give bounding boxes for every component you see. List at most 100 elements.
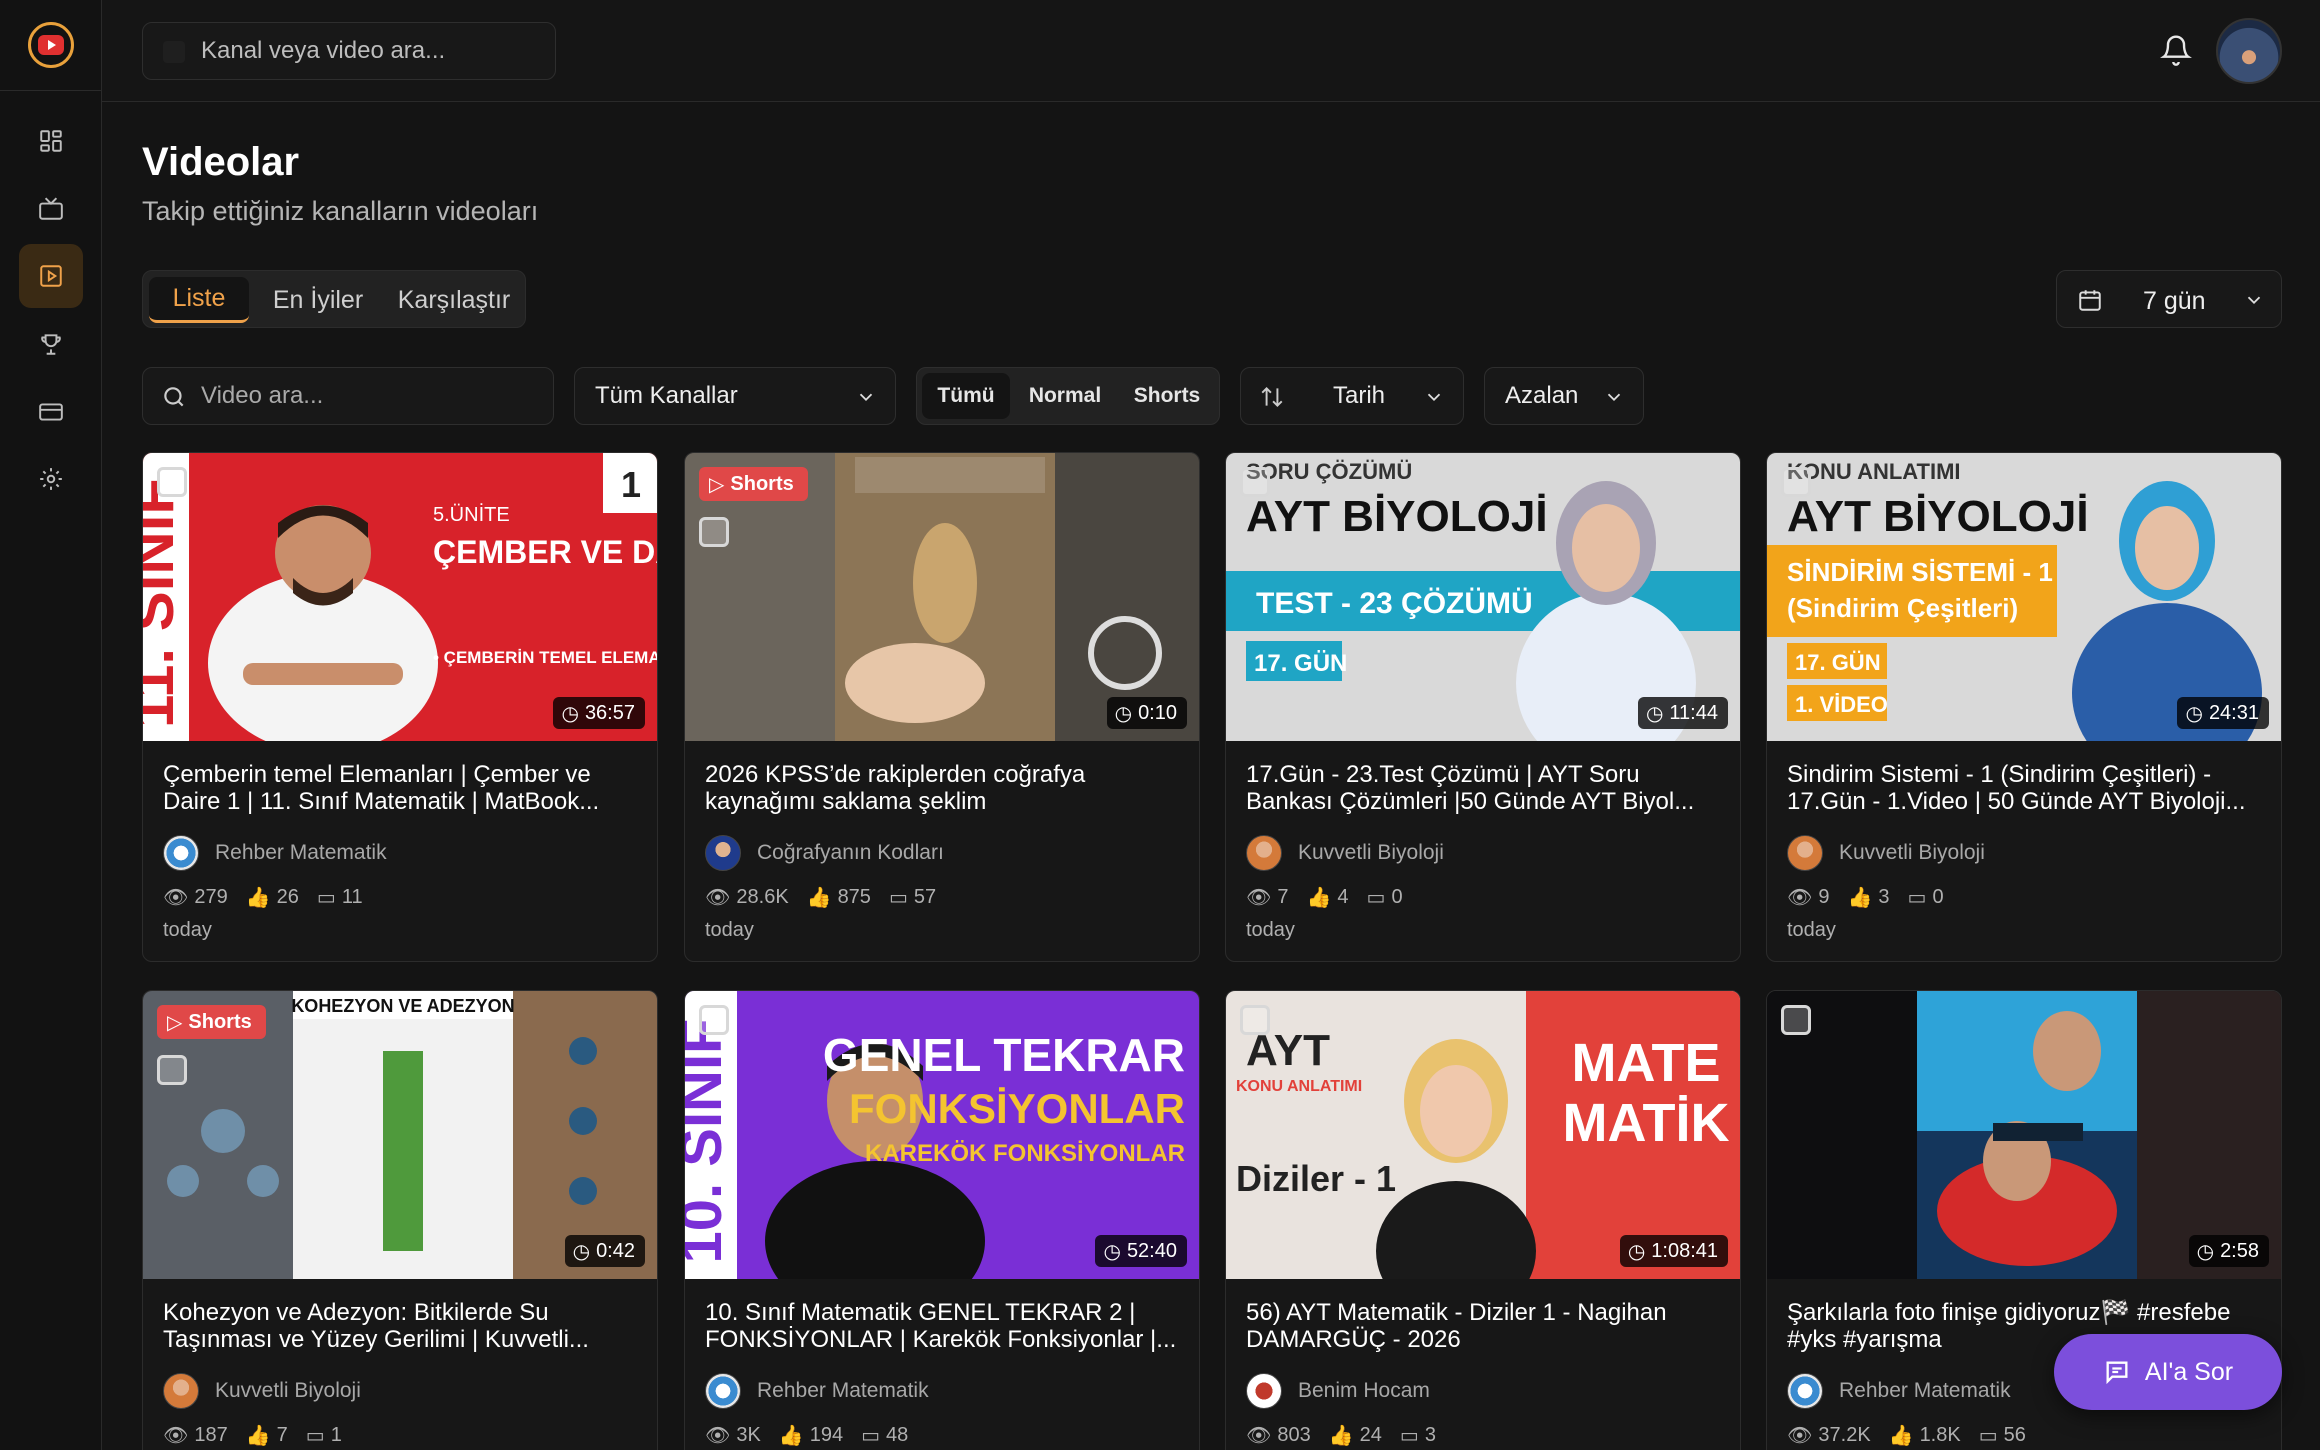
thumb-mate: MATE (1572, 1033, 1721, 1093)
select-checkbox[interactable] (699, 1005, 729, 1035)
video-card[interactable]: KONU ANLATIMI AYT BİYOLOJİ SİNDİRİM SİST… (1766, 452, 2282, 962)
duration-text: 24:31 (2208, 701, 2259, 724)
duration-badge: ◷ 24:31 (2177, 697, 2269, 729)
views-count: 28.6K (736, 886, 789, 908)
duration-text: 1:08:41 (1651, 1239, 1718, 1262)
calendar-icon (2079, 290, 2101, 311)
duration-badge: ◷ 1:08:41 (1619, 1235, 1728, 1267)
video-card[interactable]: SORU ÇÖZÜMÜ AYT BİYOLOJİ TEST - 23 ÇÖZÜM… (1225, 452, 1741, 962)
type-all-button[interactable]: Tümü (922, 373, 1010, 419)
video-title[interactable]: 17.Gün - 23.Test Çözümü | AYT Soru Banka… (1246, 761, 1726, 817)
video-thumbnail[interactable]: KOHEZYON VE ADEZYON ▷ Shorts ◷ 0:42 (143, 991, 657, 1279)
sidebar-item-billing[interactable] (19, 380, 83, 444)
thumbs-up-icon: 👍 (1888, 1425, 1914, 1447)
user-avatar[interactable] (2216, 18, 2282, 84)
channel-info[interactable]: Kuvvetli Biyoloji (1787, 835, 1985, 871)
channel-filter-select[interactable]: Tüm Kanallar (574, 367, 896, 425)
video-card[interactable]: 11. SINIF 1 5.ÜNİTE ÇEMBER VE DAİRE • ÇE… (142, 452, 658, 962)
views-count: 37.2K (1818, 1424, 1871, 1446)
video-thumbnail[interactable]: ◷ 2:58 (1767, 991, 2281, 1279)
select-checkbox[interactable] (1781, 1005, 1811, 1035)
sidebar-item-settings[interactable] (19, 447, 83, 511)
channel-info[interactable]: Rehber Matematik (163, 835, 387, 871)
clock-icon: ◷ (561, 702, 579, 725)
sort-order-value: Azalan (1505, 382, 1579, 409)
video-type-toggle: Tümü Normal Shorts (916, 367, 1220, 425)
comments-count: 1 (330, 1424, 342, 1446)
comment-icon: ▭ (1399, 1425, 1419, 1447)
video-card[interactable]: AYT KONU ANLATIMI Diziler - 1 MATE MATİK… (1225, 990, 1741, 1450)
global-search-input[interactable]: Kanal veya video ara... (142, 22, 556, 80)
app-logo[interactable] (28, 22, 74, 68)
eye-icon: 👁 (705, 1425, 731, 1447)
thumb-line-1: GENEL TEKRAR (823, 1029, 1185, 1081)
sort-field-select[interactable]: Tarih (1240, 367, 1464, 425)
duration-badge: ◷ 0:42 (564, 1235, 645, 1267)
channel-info[interactable]: Rehber Matematik (705, 1373, 929, 1409)
tab-karsilastir[interactable]: Karşılaştır (387, 277, 521, 323)
video-thumbnail[interactable]: 10. SINIF GENEL TEKRAR FONKSİYONLAR KARE… (685, 991, 1199, 1279)
channel-info[interactable]: Benim Hocam (1246, 1373, 1430, 1409)
type-shorts-button[interactable]: Shorts (1120, 373, 1214, 419)
shorts-badge: ▷ Shorts (699, 467, 808, 501)
video-title[interactable]: Sindirim Sistemi - 1 (Sindirim Çeşitleri… (1787, 761, 2267, 817)
sort-arrows-icon (1261, 386, 1283, 408)
channel-info[interactable]: Coğrafyanın Kodları (705, 835, 944, 871)
clock-icon: ◷ (1114, 702, 1133, 725)
select-checkbox[interactable] (1240, 467, 1270, 497)
view-tabs: Liste En İyiler Karşılaştır (142, 270, 526, 328)
sidebar-item-channels[interactable] (19, 177, 83, 241)
video-card[interactable]: ▷ Shorts ◷ 0:10 2026 KPSS’de rakiplerden c… (684, 452, 1200, 962)
video-title[interactable]: 2026 KPSS’de rakiplerden coğrafya kaynağ… (705, 761, 1185, 817)
video-thumbnail[interactable]: ▷ Shorts ◷ 0:10 (685, 453, 1199, 741)
select-checkbox[interactable] (699, 517, 729, 547)
channel-avatar (163, 1373, 199, 1409)
select-checkbox[interactable] (157, 467, 187, 497)
channel-avatar (163, 835, 199, 871)
tab-en-iyiler[interactable]: En İyiler (253, 277, 383, 323)
video-thumbnail[interactable]: SORU ÇÖZÜMÜ AYT BİYOLOJİ TEST - 23 ÇÖZÜM… (1226, 453, 1740, 741)
chevron-down-icon (859, 393, 873, 402)
video-title[interactable]: 56) AYT Matematik - Diziler 1 - Nagihan … (1246, 1299, 1726, 1355)
video-card[interactable]: KOHEZYON VE ADEZYON ▷ Shorts ◷ 0:42 Kohezy… (142, 990, 658, 1450)
sort-order-select[interactable]: Azalan (1484, 367, 1644, 425)
channel-info[interactable]: Kuvvetli Biyoloji (1246, 835, 1444, 871)
channel-info[interactable]: Kuvvetli Biyoloji (163, 1373, 361, 1409)
select-checkbox[interactable] (1781, 467, 1811, 497)
comments-count: 0 (1932, 886, 1944, 908)
channel-name: Rehber Matematik (757, 1379, 929, 1402)
views-count: 3K (736, 1424, 761, 1446)
bell-icon[interactable] (2160, 34, 2192, 66)
eye-icon: 👁 (1246, 1425, 1272, 1447)
channel-name: Benim Hocam (1298, 1379, 1430, 1402)
video-title[interactable]: Kohezyon ve Adezyon: Bitkilerde Su Taşın… (163, 1299, 643, 1355)
comment-icon: ▭ (305, 1425, 325, 1447)
channel-info[interactable]: Rehber Matematik (1787, 1373, 2011, 1409)
date-range-select[interactable]: 7 gün (2056, 270, 2282, 328)
channel-avatar (1787, 835, 1823, 871)
chevron-down-icon (1427, 393, 1441, 402)
video-card[interactable]: 10. SINIF GENEL TEKRAR FONKSİYONLAR KARE… (684, 990, 1200, 1450)
sidebar-item-videos[interactable] (19, 244, 83, 308)
thumb-day: 17. GÜN (1795, 650, 1881, 675)
clock-icon: ◷ (572, 1240, 591, 1263)
channel-avatar (705, 1373, 741, 1409)
video-thumbnail[interactable]: AYT KONU ANLATIMI Diziler - 1 MATE MATİK… (1226, 991, 1740, 1279)
tab-liste[interactable]: Liste (149, 277, 249, 323)
likes-count: 3 (1878, 886, 1890, 908)
type-normal-button[interactable]: Normal (1014, 373, 1116, 419)
video-thumbnail[interactable]: 11. SINIF 1 5.ÜNİTE ÇEMBER VE DAİRE • ÇE… (143, 453, 657, 741)
select-checkbox[interactable] (1240, 1005, 1270, 1035)
video-thumbnail[interactable]: KONU ANLATIMI AYT BİYOLOJİ SİNDİRİM SİST… (1767, 453, 2281, 741)
video-title[interactable]: Çemberin temel Elemanları | Çember ve Da… (163, 761, 643, 817)
select-checkbox[interactable] (157, 1055, 187, 1085)
duration-badge: ◷ 2:58 (2188, 1235, 2269, 1267)
likes-count: 1.8K (1919, 1424, 1961, 1446)
sidebar-item-leaderboard[interactable] (19, 312, 83, 376)
video-search-input[interactable]: Video ara... (142, 367, 554, 425)
video-title[interactable]: 10. Sınıf Matematik GENEL TEKRAR 2 | FON… (705, 1299, 1185, 1355)
views-count: 803 (1277, 1424, 1311, 1446)
sidebar-item-dashboard[interactable] (19, 109, 83, 173)
ask-ai-button[interactable]: AI'a Sor (2054, 1334, 2282, 1410)
comments-count: 57 (913, 886, 937, 908)
